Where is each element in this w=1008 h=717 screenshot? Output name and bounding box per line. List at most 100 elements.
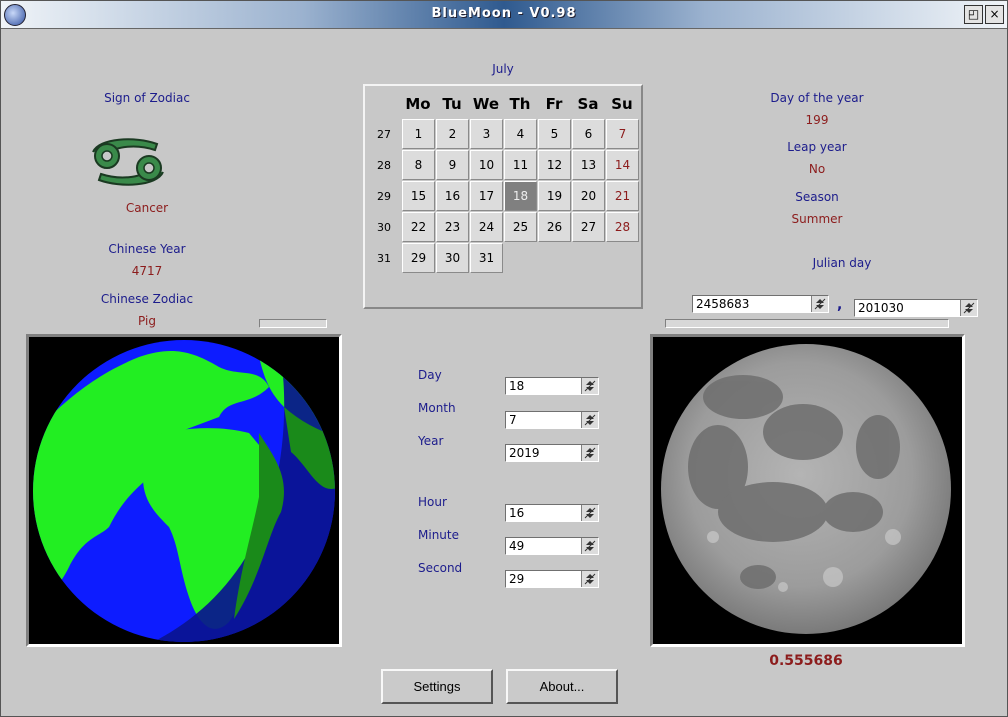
calendar-day-cell[interactable]: 28 bbox=[606, 212, 639, 242]
month-input[interactable] bbox=[507, 413, 581, 427]
chinese-year-value: 4717 bbox=[131, 264, 163, 278]
leap-year-label: Leap year bbox=[787, 140, 847, 154]
calendar-day-cell[interactable]: 20 bbox=[572, 181, 605, 211]
chinese-zodiac-label: Chinese Zodiac bbox=[100, 292, 194, 306]
second-stepper[interactable] bbox=[505, 570, 599, 588]
calendar-day-cell[interactable]: 17 bbox=[470, 181, 503, 211]
moon-rotation-slider[interactable] bbox=[665, 319, 949, 328]
calendar-day-cell[interactable]: 5 bbox=[538, 119, 571, 149]
julian-fraction-arrows-icon[interactable] bbox=[960, 300, 977, 316]
calendar-day-cell[interactable]: 22 bbox=[402, 212, 435, 242]
calendar-day-header: Sa bbox=[577, 95, 599, 113]
zodiac-label: Sign of Zodiac bbox=[104, 91, 190, 105]
calendar-day-cell[interactable]: 15 bbox=[402, 181, 435, 211]
day-of-year-label: Day of the year bbox=[770, 91, 864, 105]
calendar-day-header: Su bbox=[611, 95, 633, 113]
calendar-day-cell[interactable]: 16 bbox=[436, 181, 469, 211]
calendar-day-cell[interactable]: 3 bbox=[470, 119, 503, 149]
calendar-day-cell[interactable]: 9 bbox=[436, 150, 469, 180]
calendar-day-cell[interactable]: 12 bbox=[538, 150, 571, 180]
year-input[interactable] bbox=[507, 446, 581, 460]
calendar-week-number: 28 bbox=[377, 159, 391, 172]
window-title: BlueMoon - V0.98 bbox=[431, 6, 577, 21]
calendar-day-cell[interactable]: 18 bbox=[504, 181, 537, 211]
calendar-day-cell[interactable]: 27 bbox=[572, 212, 605, 242]
year-stepper[interactable] bbox=[505, 444, 599, 462]
hour-label: Hour bbox=[418, 495, 447, 509]
julian-day-label: Julian day bbox=[812, 256, 872, 270]
julian-fraction-input[interactable] bbox=[856, 301, 959, 315]
julian-day-input[interactable] bbox=[694, 297, 810, 311]
calendar-week-number: 27 bbox=[377, 128, 391, 141]
day-label: Day bbox=[418, 368, 442, 382]
hour-arrows-icon[interactable] bbox=[581, 505, 598, 521]
month-stepper[interactable] bbox=[505, 411, 599, 429]
main-window: BlueMoon - V0.98 ◰ × Sign of Zodiac Canc… bbox=[0, 0, 1008, 717]
calendar-day-cell[interactable]: 30 bbox=[436, 243, 469, 273]
day-input[interactable] bbox=[507, 379, 581, 393]
calendar-day-cell[interactable]: 19 bbox=[538, 181, 571, 211]
calendar-day-header: Mo bbox=[405, 95, 431, 113]
season-label: Season bbox=[795, 190, 839, 204]
calendar-day-cell[interactable]: 8 bbox=[402, 150, 435, 180]
cancer-sign-icon bbox=[85, 134, 171, 190]
zodiac-sign-value: Cancer bbox=[125, 201, 169, 215]
hour-stepper[interactable] bbox=[505, 504, 599, 522]
second-label: Second bbox=[418, 561, 463, 575]
month-arrows-icon[interactable] bbox=[581, 412, 598, 428]
chinese-year-label: Chinese Year bbox=[108, 242, 186, 256]
calendar-grid: Mo Tu We Th Fr Sa Su 27 1 2 3 4 5 6 7 28 8 9 10 11 12 13 14 29 1… bbox=[363, 84, 643, 309]
month-label: Month bbox=[418, 401, 456, 415]
moon-phase-value: 0.555686 bbox=[769, 653, 843, 669]
calendar-week-number: 31 bbox=[377, 252, 391, 265]
calendar-day-cell[interactable]: 4 bbox=[504, 119, 537, 149]
hour-input[interactable] bbox=[507, 506, 581, 520]
calendar-day-cell[interactable]: 10 bbox=[470, 150, 503, 180]
julian-day-arrows-icon[interactable] bbox=[811, 296, 828, 312]
earth-rotation-slider[interactable] bbox=[259, 319, 327, 328]
calendar-day-header: Fr bbox=[545, 95, 563, 113]
calendar-day-cell[interactable]: 7 bbox=[606, 119, 639, 149]
settings-button[interactable]: Settings bbox=[381, 669, 493, 704]
title-bar[interactable]: BlueMoon - V0.98 ◰ × bbox=[1, 1, 1007, 29]
calendar-day-cell[interactable]: 14 bbox=[606, 150, 639, 180]
calendar-day-cell[interactable]: 23 bbox=[436, 212, 469, 242]
julian-separator: , bbox=[837, 297, 843, 313]
calendar-day-cell[interactable]: 24 bbox=[470, 212, 503, 242]
day-arrows-icon[interactable] bbox=[581, 378, 598, 394]
calendar-day-cell[interactable]: 2 bbox=[436, 119, 469, 149]
calendar-day-cell[interactable]: 11 bbox=[504, 150, 537, 180]
calendar-day-cell[interactable]: 26 bbox=[538, 212, 571, 242]
calendar-day-cell[interactable]: 21 bbox=[606, 181, 639, 211]
calendar-day-cell[interactable]: 29 bbox=[402, 243, 435, 273]
earth-view[interactable] bbox=[26, 334, 342, 647]
calendar-month: July bbox=[492, 62, 514, 76]
calendar-day-header: We bbox=[472, 95, 500, 113]
day-stepper[interactable] bbox=[505, 377, 599, 395]
close-button[interactable]: × bbox=[985, 5, 1004, 24]
earth-globe-icon bbox=[33, 340, 335, 642]
julian-day-stepper[interactable] bbox=[692, 295, 829, 313]
second-arrows-icon[interactable] bbox=[581, 571, 598, 587]
calendar-day-cell[interactable]: 6 bbox=[572, 119, 605, 149]
season-value: Summer bbox=[791, 212, 843, 226]
calendar-day-cell[interactable]: 1 bbox=[402, 119, 435, 149]
maximize-button[interactable]: ◰ bbox=[964, 5, 983, 24]
julian-fraction-stepper[interactable] bbox=[854, 299, 978, 317]
calendar-day-cell[interactable]: 31 bbox=[470, 243, 503, 273]
minute-input[interactable] bbox=[507, 539, 581, 553]
calendar-day-cell[interactable]: 13 bbox=[572, 150, 605, 180]
calendar-day-header: Th bbox=[509, 95, 531, 113]
calendar-day-header: Tu bbox=[442, 95, 462, 113]
calendar-week-number: 29 bbox=[377, 190, 391, 203]
minute-stepper[interactable] bbox=[505, 537, 599, 555]
moon-view[interactable] bbox=[650, 334, 965, 647]
year-arrows-icon[interactable] bbox=[581, 445, 598, 461]
about-button[interactable]: About... bbox=[506, 669, 618, 704]
leap-year-value: No bbox=[808, 162, 826, 176]
calendar-week-number: 30 bbox=[377, 221, 391, 234]
second-input[interactable] bbox=[507, 572, 581, 586]
minute-arrows-icon[interactable] bbox=[581, 538, 598, 554]
day-of-year-value: 199 bbox=[805, 113, 829, 127]
calendar-day-cell[interactable]: 25 bbox=[504, 212, 537, 242]
